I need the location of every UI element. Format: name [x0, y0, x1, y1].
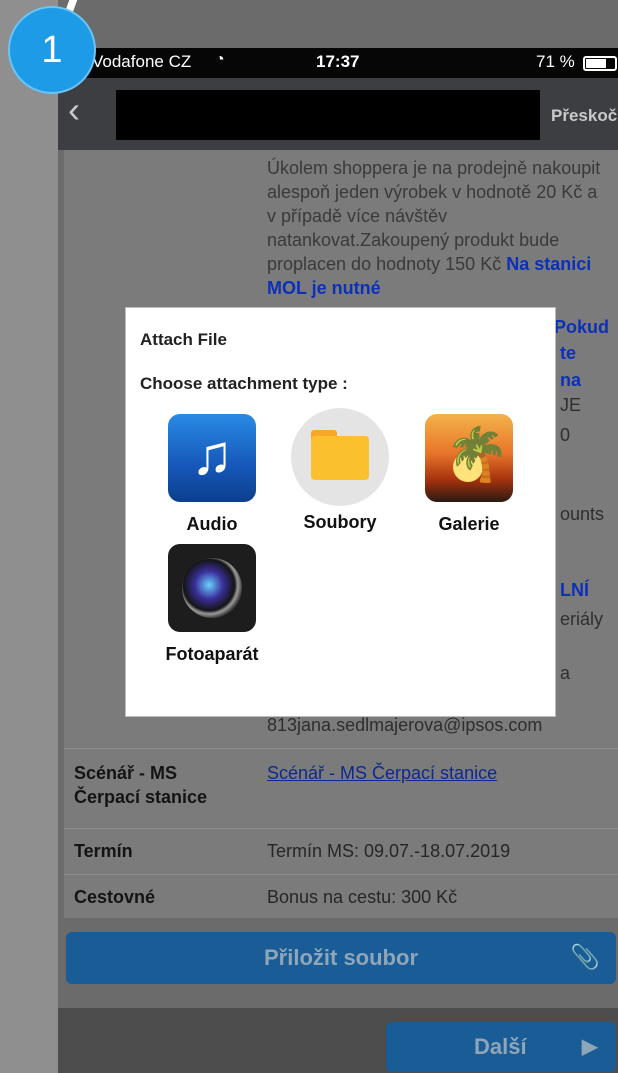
attach-file-button[interactable]: Přiložit soubor 📎 — [66, 932, 616, 984]
dialog-subtitle: Choose attachment type : — [140, 374, 348, 393]
folder-icon — [291, 408, 389, 506]
attach-button-label: Přiložit soubor — [264, 945, 418, 970]
option-label: Fotoaparát — [165, 644, 259, 664]
next-button-label: Další — [474, 1034, 527, 1059]
dialog-title: Attach File — [140, 330, 227, 349]
row-value: Termín MS: 09.07.-18.07.2019 — [267, 841, 511, 861]
option-label: Audio — [186, 514, 238, 534]
paperclip-icon: 📎 — [570, 944, 600, 971]
peek-text: eriály — [560, 609, 604, 629]
peek-text: na — [560, 370, 582, 390]
camera-option[interactable]: Fotoaparát — [152, 544, 272, 665]
audio-option[interactable]: ♫ Audio — [152, 414, 272, 535]
bottom-bar: Další ▶ — [58, 1008, 618, 1073]
carrier-label: Vodafone CZ — [92, 52, 192, 71]
scenario-link[interactable]: Scénář - MS Čerpací stanice — [267, 761, 497, 785]
play-arrow-icon: ▶ — [582, 1036, 598, 1058]
step-badge: 1 — [8, 6, 96, 94]
row-value: Bonus na cestu: 300 Kč — [267, 887, 458, 907]
peek-text: a — [560, 663, 571, 683]
peek-text: 0 — [560, 425, 571, 445]
gallery-option[interactable]: 🌴 Galerie — [409, 414, 529, 535]
battery-percentage: 71 % — [536, 52, 575, 71]
clock: 17:37 — [316, 52, 360, 71]
peek-text: JE — [560, 395, 582, 415]
redacted-title — [116, 90, 540, 140]
peek-text: LNÍ — [560, 580, 589, 600]
description-amount: 150 Kč — [445, 254, 502, 274]
row-label: Scénář - MS Čerpací stanice — [74, 763, 208, 807]
table-row: Cestovné Bonus na cestu: 300 Kč — [64, 874, 618, 918]
table-row: Termín Termín MS: 09.07.-18.07.2019 — [64, 828, 618, 874]
contact-email: 813jana.sedlmajerova@ipsos.com — [267, 715, 543, 735]
row-label: Cestovné — [74, 887, 156, 907]
option-label: Galerie — [438, 514, 500, 534]
attach-file-dialog: Attach File Choose attachment type : ♫ A… — [125, 307, 556, 717]
peek-text: Pokud — [554, 317, 610, 337]
files-option[interactable]: Soubory — [280, 408, 400, 533]
chevron-left-icon[interactable]: ‹ — [68, 92, 80, 128]
nav-bar: ‹ Přeskoč — [58, 78, 618, 150]
next-button[interactable]: Další ▶ — [386, 1022, 616, 1072]
task-description: Úkolem shoppera je na prodejně nakoupit … — [267, 156, 607, 300]
music-note-icon: ♫ — [168, 414, 256, 502]
camera-icon — [168, 544, 256, 632]
status-bar: Vodafone CZ ◔ 17:37 71 % — [58, 48, 618, 78]
option-label: Soubory — [303, 512, 377, 532]
gallery-palm-icon: 🌴 — [425, 414, 513, 502]
wifi-icon: ◔ — [215, 51, 225, 68]
peek-text: ounts — [560, 504, 605, 524]
skip-button[interactable]: Přeskoč — [551, 106, 617, 126]
table-row: Scénář - MS Čerpací stanice Scénář - MS … — [64, 748, 618, 828]
peek-text: te — [560, 343, 577, 363]
row-label: Termín — [74, 841, 133, 861]
battery-icon — [583, 56, 617, 71]
